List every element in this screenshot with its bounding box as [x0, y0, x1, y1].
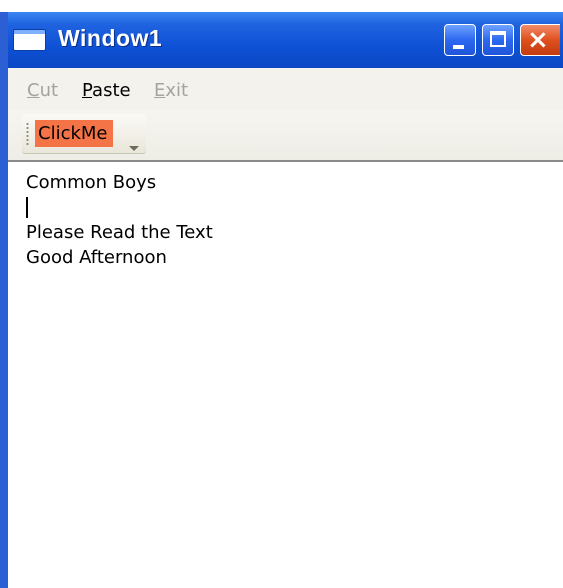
text-line: Common Boys	[26, 172, 157, 193]
window-title: Window1	[58, 25, 163, 51]
toolbar-overflow-button[interactable]	[126, 144, 140, 154]
window-app-icon[interactable]	[14, 30, 45, 50]
application-window: Window1 × Cut Paste Exit ClickMe Common …	[0, 12, 563, 588]
toolbar: ClickMe	[22, 114, 146, 153]
chevron-down-icon	[129, 146, 139, 151]
maximize-icon	[490, 31, 506, 47]
minimize-button[interactable]	[444, 24, 476, 56]
text-editor[interactable]: Common Boys Please Read the Text Good Af…	[8, 162, 563, 588]
text-line: Good Afternoon	[26, 247, 167, 268]
toolbar-grip-handle[interactable]	[26, 122, 29, 146]
menu-item-exit[interactable]: Exit	[154, 80, 188, 102]
menu-item-paste-access-key: P	[82, 80, 93, 101]
menu-item-cut-access-key: C	[27, 80, 40, 101]
text-line: Please Read the Text	[26, 222, 213, 243]
toolbar-tray: ClickMe	[8, 110, 563, 162]
text-line-caret	[26, 195, 563, 220]
maximize-button[interactable]	[482, 24, 514, 56]
title-bar[interactable]: Window1 ×	[8, 12, 563, 68]
menu-bar: Cut Paste Exit	[8, 68, 563, 110]
menu-item-exit-access-key: E	[154, 80, 166, 101]
menu-item-paste-label: aste	[92, 80, 131, 101]
menu-item-paste[interactable]: Paste	[82, 80, 131, 102]
close-icon: ×	[527, 25, 549, 55]
minimize-icon	[453, 45, 464, 49]
menu-item-cut[interactable]: Cut	[27, 80, 58, 102]
menu-item-cut-label: ut	[39, 80, 59, 101]
menu-item-exit-label: xit	[165, 80, 189, 101]
close-button[interactable]: ×	[520, 24, 560, 56]
text-caret	[26, 197, 28, 218]
click-me-button[interactable]: ClickMe	[35, 120, 113, 147]
